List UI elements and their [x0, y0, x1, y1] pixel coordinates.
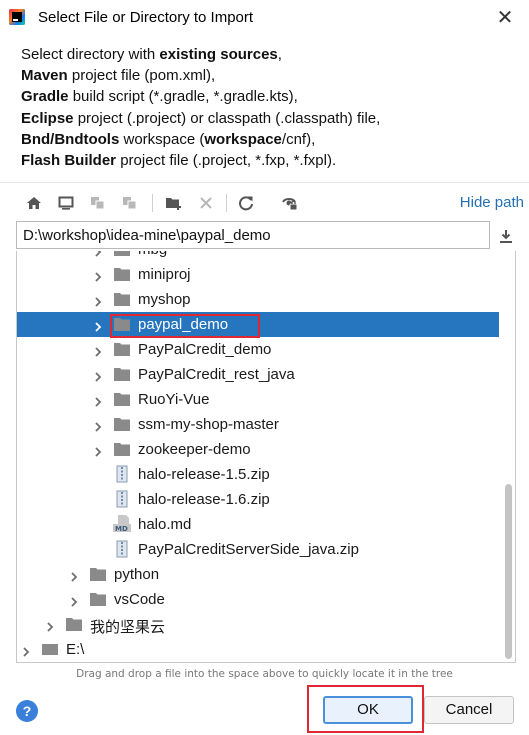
desc-line-3: Gradle build script (*.gradle, *.gradle.…	[21, 88, 298, 106]
tree-row[interactable]: PayPalCredit_demo	[17, 337, 499, 362]
tree-row[interactable]: 我的坚果云	[17, 612, 499, 637]
tree-row-label: halo.md	[138, 516, 192, 533]
tree-row[interactable]: halo-release-1.6.zip	[17, 487, 499, 512]
module-icon[interactable]	[118, 191, 142, 215]
file-chooser-toolbar: Hide path	[14, 188, 524, 218]
folder-icon	[113, 416, 131, 432]
desktop-icon[interactable]	[54, 191, 78, 215]
chevron-right-icon[interactable]	[93, 294, 103, 307]
chevron-right-icon[interactable]	[21, 644, 31, 657]
help-button[interactable]: ?	[16, 700, 38, 722]
desc-line-2: Maven project file (pom.xml),	[21, 67, 216, 85]
tree-row[interactable]: E:\	[17, 637, 499, 662]
project-icon[interactable]	[86, 191, 110, 215]
home-icon[interactable]	[22, 191, 46, 215]
tree-row-label: mbg	[138, 251, 167, 258]
folder-icon	[113, 366, 131, 382]
tree-row-label: halo-release-1.6.zip	[138, 491, 270, 508]
folder-icon	[113, 266, 131, 282]
tree-row-label: zookeeper-demo	[138, 441, 251, 458]
tree-row-label: PayPalCredit_demo	[138, 341, 272, 358]
zip-file-icon	[113, 465, 131, 483]
chevron-right-icon[interactable]	[93, 269, 103, 282]
tree-row-label: ssm-my-shop-master	[138, 416, 279, 433]
tree-row[interactable]: halo-release-1.5.zip	[17, 462, 499, 487]
chevron-right-icon[interactable]	[93, 369, 103, 382]
chevron-right-icon[interactable]	[69, 594, 79, 607]
tree-scrollbar[interactable]	[505, 484, 512, 659]
desc-line-1: Select directory with existing sources,	[21, 46, 282, 63]
title-bar: Select File or Directory to Import ✕	[0, 0, 529, 36]
tree-row[interactable]: PayPalCredit_rest_java	[17, 362, 499, 387]
chevron-right-icon[interactable]	[93, 444, 103, 457]
tree-row-label: 我的坚果云	[90, 619, 166, 636]
selection-annotation-box	[110, 314, 260, 338]
folder-icon	[113, 441, 131, 457]
folder-icon	[113, 341, 131, 357]
hide-path-link[interactable]: Hide path	[460, 194, 524, 211]
tree-row-label: myshop	[138, 291, 191, 308]
tree-row[interactable]: vsCode	[17, 587, 499, 612]
zip-file-icon	[113, 490, 131, 508]
chevron-right-icon[interactable]	[93, 344, 103, 357]
tree-row[interactable]: python	[17, 562, 499, 587]
chevron-right-icon[interactable]	[93, 419, 103, 432]
tree-row-label: PayPalCreditServerSide_java.zip	[138, 541, 359, 558]
desc-line-5: Bnd/Bndtools workspace (workspace/cnf),	[21, 130, 316, 148]
tree-row-label: RuoYi-Vue	[138, 391, 210, 408]
svg-text:MD: MD	[115, 525, 128, 533]
markdown-file-icon: MD	[113, 515, 131, 533]
delete-icon[interactable]	[194, 191, 218, 215]
desc-line-4: Eclipse project (.project) or classpath …	[21, 109, 381, 127]
tree-row-label: halo-release-1.5.zip	[138, 466, 270, 483]
file-tree[interactable]: E:\ 我的坚果云 vsCode python PayPalCreditServerSi…	[16, 251, 516, 663]
divider	[0, 182, 529, 183]
folder-icon	[89, 566, 107, 582]
tree-row[interactable]: RuoYi-Vue	[17, 387, 499, 412]
drag-drop-hint: Drag and drop a file into the space abov…	[76, 668, 453, 680]
tree-row[interactable]: myshop	[17, 287, 499, 312]
chevron-right-icon[interactable]	[93, 251, 103, 257]
tree-row[interactable]: ssm-my-shop-master	[17, 412, 499, 437]
window-title: Select File or Directory to Import	[38, 9, 254, 26]
drive-icon	[41, 641, 59, 657]
tree-row-label: python	[114, 566, 160, 583]
tree-row[interactable]: MD halo.md	[17, 512, 499, 537]
desc-line-6: Flash Builder project file (.project, *.…	[21, 152, 337, 170]
tree-row[interactable]: PayPalCreditServerSide_java.zip	[17, 537, 499, 562]
chevron-right-icon[interactable]	[69, 569, 79, 582]
folder-icon	[113, 391, 131, 407]
tree-row[interactable]: zookeeper-demo	[17, 437, 499, 462]
tree-row[interactable]: mbg	[17, 251, 499, 262]
chevron-right-icon[interactable]	[93, 394, 103, 407]
tree-row-label: vsCode	[114, 591, 165, 608]
zip-file-icon	[113, 540, 131, 558]
ok-button[interactable]: OK	[323, 696, 413, 724]
tree-row-label: E:\	[66, 641, 85, 658]
close-button[interactable]: ✕	[493, 6, 517, 30]
download-arrow-icon[interactable]	[494, 224, 518, 248]
refresh-icon[interactable]	[234, 191, 258, 215]
tree-row-label: miniproj	[138, 266, 191, 283]
chevron-right-icon[interactable]	[45, 619, 55, 632]
tree-row-label: PayPalCredit_rest_java	[138, 366, 295, 383]
folder-icon	[113, 251, 131, 257]
cancel-button[interactable]: Cancel	[424, 696, 514, 724]
folder-icon	[65, 616, 83, 632]
folder-icon	[89, 591, 107, 607]
path-input[interactable]: D:\workshop\idea-mine\paypal_demo	[16, 221, 490, 249]
show-hidden-icon[interactable]	[278, 191, 302, 215]
folder-icon	[113, 291, 131, 307]
toolbar-separator	[226, 194, 227, 212]
toolbar-separator	[152, 194, 153, 212]
tree-row[interactable]: miniproj	[17, 262, 499, 287]
new-folder-icon[interactable]	[162, 191, 186, 215]
chevron-right-icon[interactable]	[93, 319, 103, 332]
import-description: Select directory with existing sources, …	[21, 44, 380, 171]
intellij-logo-icon	[9, 9, 25, 25]
